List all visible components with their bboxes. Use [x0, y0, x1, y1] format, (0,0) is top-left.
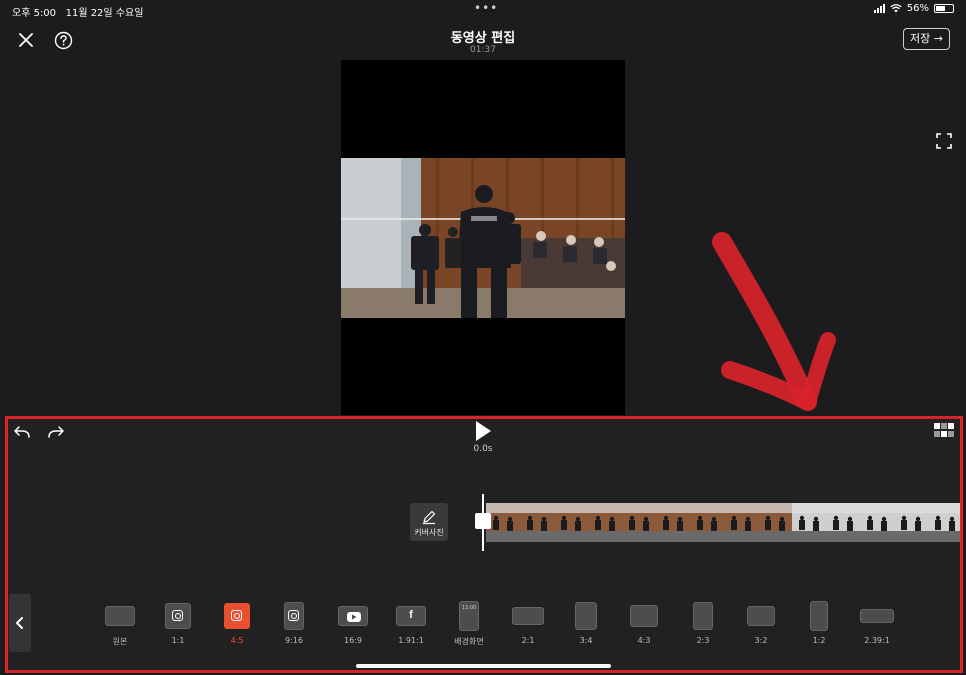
cellular-signal-icon: [873, 4, 885, 13]
fullscreen-button[interactable]: [936, 133, 952, 149]
page-title: 동영상 편집: [450, 31, 516, 46]
editor-header: 동영상 편집 01:37 저장 →: [0, 20, 966, 60]
battery-percent: 56%: [906, 3, 929, 14]
status-bar: 오후 5:00 11월 22일 수요일 ••• 56%: [0, 0, 966, 20]
status-time: 오후 5:00 11월 22일 수요일: [12, 8, 144, 19]
wifi-icon: [890, 4, 902, 13]
red-arrow-annotation-icon: [712, 232, 836, 411]
status-right: 56%: [873, 3, 954, 14]
video-frame-image: [341, 158, 625, 318]
red-highlight-box: [5, 416, 963, 673]
battery-icon: [934, 4, 954, 13]
video-duration: 01:37: [470, 45, 496, 55]
save-button[interactable]: 저장 →: [903, 28, 950, 50]
multitasking-dots-icon[interactable]: •••: [474, 1, 498, 15]
video-canvas[interactable]: [341, 60, 625, 415]
